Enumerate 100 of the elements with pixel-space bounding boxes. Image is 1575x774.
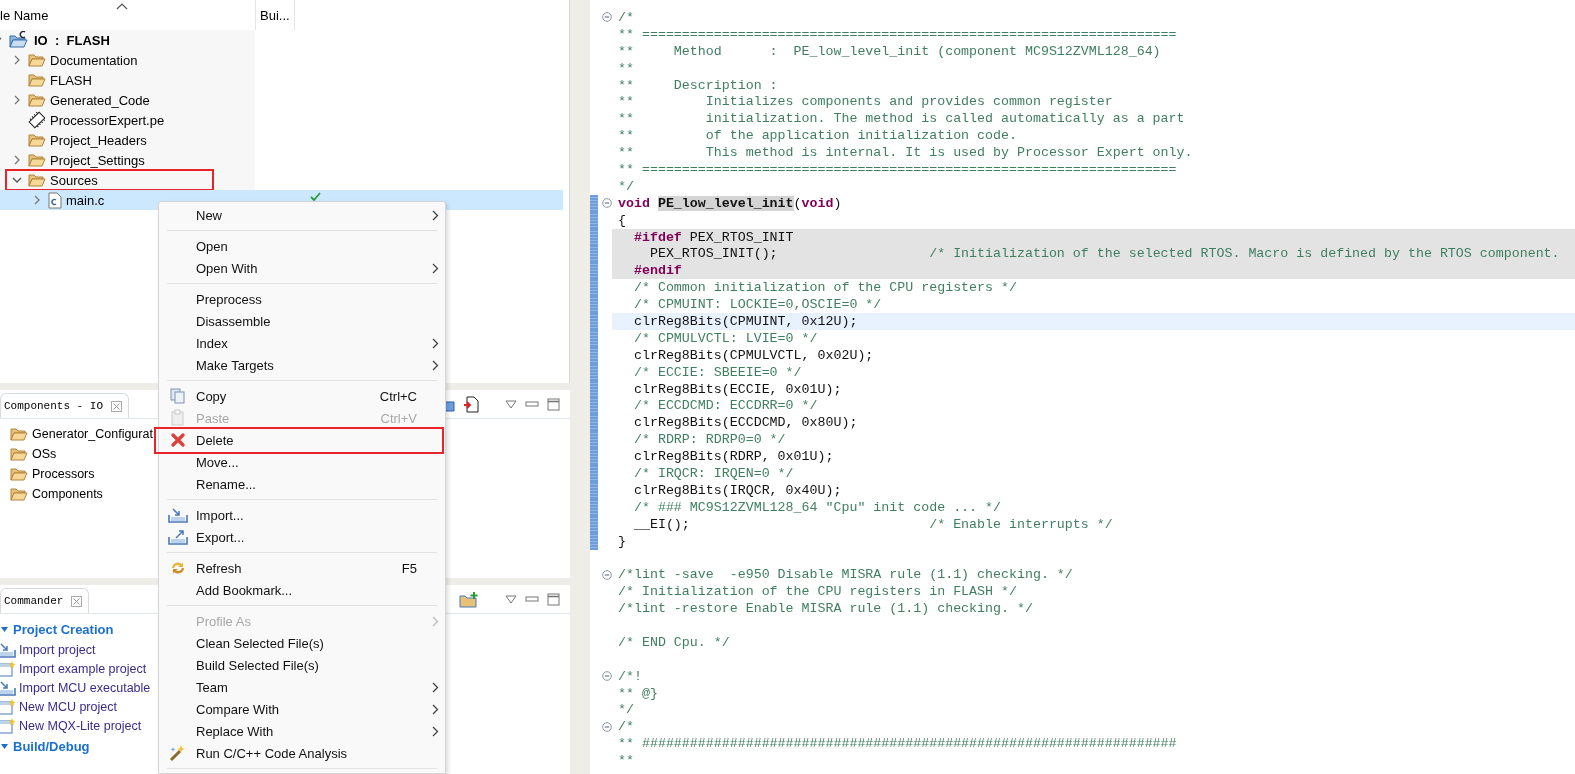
column-header[interactable]: Bui... <box>260 7 290 23</box>
menu-item[interactable]: Export... <box>159 526 445 548</box>
fold-toggle-icon[interactable] <box>602 671 612 682</box>
tree-item-label[interactable]: Project_Headers <box>50 132 147 148</box>
menu-item[interactable]: Delete <box>159 429 445 451</box>
collapse-triangle-icon[interactable] <box>0 741 9 751</box>
menu-item[interactable]: Compare With <box>159 698 445 720</box>
sort-ascending-icon <box>116 2 129 10</box>
code-line: /* RDRP: RDRP0=0 */ <box>632 431 787 449</box>
close-icon[interactable] <box>71 595 83 607</box>
command-link[interactable]: Import MCU executable <box>19 680 151 695</box>
tree-item-label[interactable]: OSs <box>32 447 57 461</box>
expand-chevron-icon[interactable] <box>12 155 22 165</box>
tree-item-label[interactable]: FLASH <box>50 72 92 88</box>
menu-item[interactable]: Add Bookmark... <box>159 579 445 601</box>
code-line: void PE_low_level_init(void) <box>617 194 843 212</box>
code-line: /* END Cpu. */ <box>617 633 731 651</box>
code-line: clrReg8Bits(RDRP, 0x01U); <box>632 448 835 466</box>
tree-item-label[interactable]: Documentation <box>50 52 138 68</box>
menu-item[interactable]: Move... <box>159 451 445 473</box>
view-tab[interactable]: Components - IO <box>0 393 130 418</box>
code-line: ** This method is internal. It is used by Processor Expert only. <box>617 144 1194 161</box>
fold-toggle-icon[interactable] <box>602 721 612 732</box>
delete-icon <box>169 432 186 448</box>
fold-toggle-icon[interactable] <box>602 198 612 209</box>
view-menu-icon[interactable] <box>505 400 517 409</box>
folder-icon <box>28 172 46 188</box>
folder-icon <box>28 152 46 168</box>
command-link[interactable]: New MQX-Lite project <box>19 718 142 733</box>
tree-item-label[interactable]: Components <box>32 487 103 501</box>
tree-item-label[interactable]: Generator_Configurat <box>32 427 153 441</box>
tree-item-label[interactable]: Processors <box>32 467 95 481</box>
view-tab[interactable]: Commander <box>0 588 90 613</box>
section-heading[interactable]: Build/Debug <box>13 738 90 754</box>
code-line: /* <box>617 718 635 736</box>
menu-item[interactable]: Open With <box>159 257 445 279</box>
code-line: /* ECCDCMD: ECCDRR=0 */ <box>632 397 819 415</box>
copy-icon <box>168 387 187 405</box>
tree-item-label[interactable]: main.c <box>66 192 105 208</box>
collapse-chevron-icon[interactable] <box>12 175 22 185</box>
menu-item[interactable]: Copy Ctrl+C <box>159 385 445 407</box>
menu-item[interactable]: Clean Selected File(s) <box>159 632 445 654</box>
tree-item-label[interactable]: Project_Settings <box>50 152 145 168</box>
menu-item[interactable]: Import... <box>159 504 445 526</box>
menu-item[interactable]: Index <box>159 332 445 354</box>
code-line: /* Initialization of the CPU registers in FLASH */ <box>617 583 1018 601</box>
menu-item[interactable]: Rename... <box>159 473 445 495</box>
menu-item[interactable]: Make Targets <box>159 354 445 376</box>
column-header[interactable]: le Name <box>0 7 49 23</box>
tree-item-label[interactable]: Sources <box>50 172 98 188</box>
menu-item[interactable]: Preprocess <box>159 288 445 310</box>
menu-item[interactable]: Run C/C++ Code Analysis <box>159 742 445 764</box>
menu-item[interactable]: Open <box>159 235 445 257</box>
command-link[interactable]: New MCU project <box>19 699 117 714</box>
command-link[interactable]: Import example project <box>19 661 147 676</box>
menu-item[interactable]: Disassemble <box>159 310 445 332</box>
menu-item[interactable]: Build Selected File(s) <box>159 654 445 676</box>
folder-plus-icon[interactable] <box>459 591 479 608</box>
document-arrow-icon[interactable] <box>463 396 479 413</box>
folder-icon <box>10 486 28 502</box>
code-line: /*lint -save -e950 Disable MISRA rule (1.1) checking. */ <box>617 566 1074 584</box>
code-line: ** Description : <box>617 76 779 94</box>
expand-chevron-icon[interactable] <box>12 95 22 105</box>
close-icon[interactable] <box>111 400 123 412</box>
c-project-icon <box>8 31 30 49</box>
code-line: clrReg8Bits(ECCDCMD, 0x80U); <box>632 414 859 432</box>
maximize-icon[interactable] <box>547 398 560 411</box>
menu-item[interactable]: Refresh F5 <box>159 557 445 579</box>
view-menu-icon[interactable] <box>505 595 517 604</box>
maximize-icon[interactable] <box>547 593 560 606</box>
fold-toggle-icon[interactable] <box>602 569 612 580</box>
tree-item-label[interactable]: Generated_Code <box>50 92 150 108</box>
folder-icon <box>28 132 46 148</box>
menu-item[interactable]: Team <box>159 676 445 698</box>
code-line: */ <box>617 177 635 195</box>
expand-chevron-icon[interactable] <box>12 55 22 65</box>
command-link[interactable]: Import project <box>19 642 96 657</box>
minimize-icon[interactable] <box>525 401 539 408</box>
code-line: ** =================================================================== <box>617 161 1178 178</box>
code-line: clrReg8Bits(IRQCR, 0x40U); <box>632 481 843 499</box>
import-icon <box>0 641 16 658</box>
code-line: ** =================================================================== <box>617 25 1178 43</box>
code-line: ** of the application initialization code. <box>617 127 1018 145</box>
section-heading[interactable]: Project Creation <box>13 621 114 637</box>
code-line: } <box>617 532 627 550</box>
chip-icon <box>28 111 46 129</box>
code-line: /* ### MC9S12ZVML128_64 "Cpu" init code ... */ <box>632 498 1002 516</box>
menu-item[interactable]: Replace With <box>159 720 445 742</box>
code-line: /* <box>617 9 635 26</box>
collapse-triangle-icon[interactable] <box>0 624 9 634</box>
code-line: /* ECCIE: SBEEIE=0 */ <box>632 363 803 381</box>
import-icon <box>0 679 16 696</box>
minimize-icon[interactable] <box>525 596 539 603</box>
folder-icon <box>28 92 46 108</box>
expand-chevron-icon[interactable] <box>32 195 42 205</box>
fold-toggle-icon[interactable] <box>602 12 612 23</box>
code-line: /*! <box>617 667 643 685</box>
code-line: ** Initializes components and provides common register <box>617 93 1114 111</box>
tree-item-label[interactable]: ProcessorExpert.pe <box>50 112 165 128</box>
tree-item-label[interactable]: IO : FLASH <box>34 32 110 48</box>
